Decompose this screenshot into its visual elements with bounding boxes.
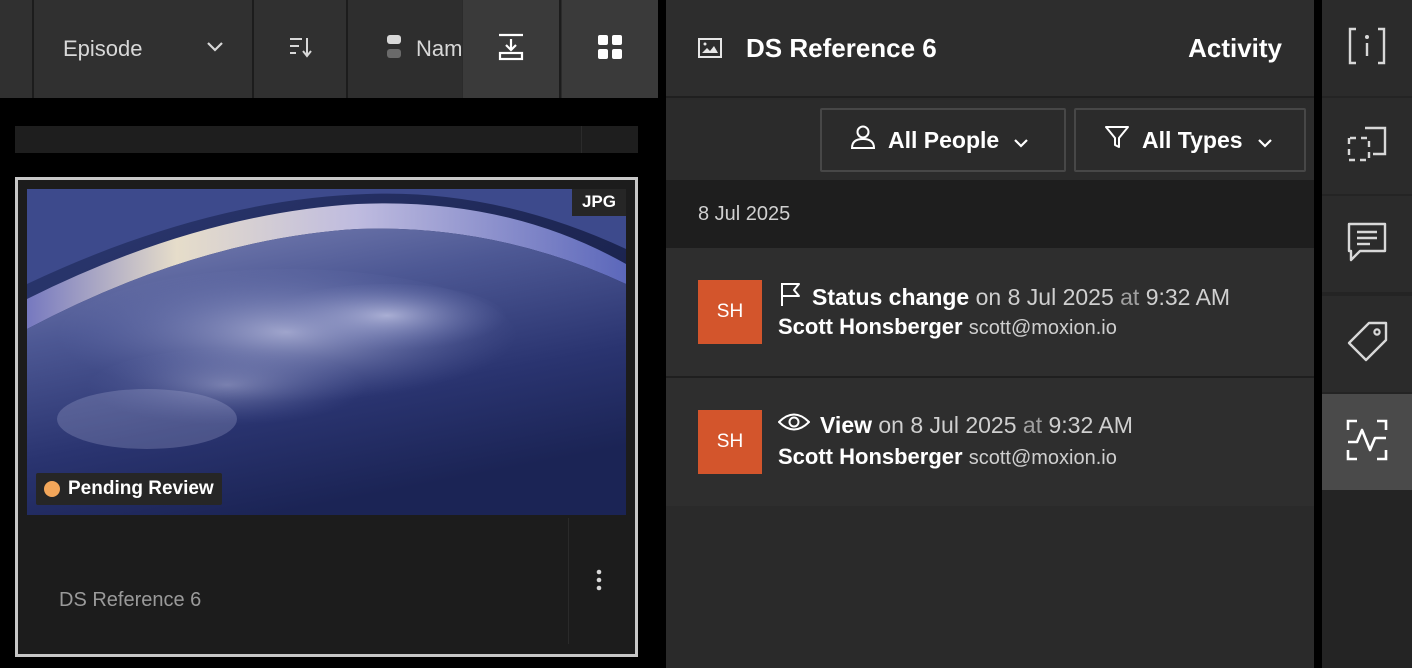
download-icon bbox=[497, 33, 525, 66]
sort-field-label: Name bbox=[416, 36, 462, 61]
chevron-down-icon bbox=[1257, 127, 1273, 154]
sort-order-button[interactable] bbox=[254, 0, 346, 98]
activity-button[interactable] bbox=[1322, 394, 1412, 490]
sort-field-icon bbox=[386, 34, 402, 65]
asset-title: DS Reference 6 bbox=[59, 589, 202, 611]
asset-thumbnail[interactable]: JPG Pending Review bbox=[27, 189, 626, 515]
activity-action: View bbox=[820, 411, 872, 438]
tags-button[interactable] bbox=[1322, 296, 1412, 392]
grid-view-button[interactable] bbox=[562, 0, 658, 98]
panel-asset-title: DS Reference 6 bbox=[746, 33, 937, 63]
user-email: scott@moxion.io bbox=[968, 447, 1117, 469]
compare-icon bbox=[1345, 124, 1389, 169]
date-group-label: 8 Jul 2025 bbox=[698, 203, 791, 225]
side-rail bbox=[1322, 0, 1412, 668]
panel-section-title: Activity bbox=[1188, 33, 1282, 63]
activity-at-word: at bbox=[1022, 411, 1043, 438]
activity-at-word: at bbox=[1120, 283, 1140, 310]
panel-header: DS Reference 6 Activity bbox=[666, 0, 1314, 98]
activity-user: Scott Honsberger scott@moxion.io bbox=[778, 444, 1117, 470]
status-badge[interactable]: Pending Review bbox=[36, 473, 222, 505]
info-icon bbox=[1347, 26, 1387, 71]
card-footer-divider bbox=[568, 518, 569, 644]
grid-toolbar: Episode Name bbox=[0, 0, 658, 98]
avatar: SH bbox=[698, 280, 762, 344]
people-filter-dropdown[interactable]: All People bbox=[820, 108, 1066, 172]
status-dot-icon bbox=[44, 481, 60, 497]
activity-on-word: on bbox=[975, 283, 1002, 310]
info-button[interactable] bbox=[1322, 0, 1412, 96]
activity-date: 8 Jul 2025 bbox=[910, 411, 1017, 438]
compare-button[interactable] bbox=[1322, 98, 1412, 194]
activity-summary: Status change on 8 Jul 2025 at 9:32 AM bbox=[778, 281, 1230, 313]
user-email: scott@moxion.io bbox=[968, 317, 1117, 339]
group-by-dropdown[interactable]: Episode bbox=[34, 0, 252, 98]
people-filter-label: All People bbox=[888, 126, 1000, 153]
user-name: Scott Honsberger bbox=[778, 314, 963, 339]
activity-date: 8 Jul 2025 bbox=[1007, 283, 1114, 310]
activity-panel: DS Reference 6 Activity All People All T… bbox=[666, 0, 1314, 668]
types-filter-dropdown[interactable]: All Types bbox=[1074, 108, 1306, 172]
activity-action: Status change bbox=[812, 283, 970, 310]
filter-funnel-icon bbox=[1104, 124, 1130, 156]
filter-bar-divider bbox=[581, 126, 582, 153]
download-button[interactable] bbox=[463, 0, 559, 98]
comment-icon bbox=[1346, 221, 1388, 268]
vertical-ellipsis-icon bbox=[596, 569, 602, 596]
chevron-down-icon bbox=[1013, 127, 1029, 154]
group-by-label: Episode bbox=[63, 36, 143, 61]
chevron-down-icon bbox=[206, 40, 224, 58]
activity-icon bbox=[1345, 418, 1389, 467]
user-name: Scott Honsberger bbox=[778, 444, 963, 469]
earth-horizon-image bbox=[27, 189, 626, 515]
sort-field-dropdown[interactable]: Name bbox=[348, 0, 462, 98]
grid-icon bbox=[597, 34, 623, 65]
sort-icon bbox=[286, 35, 314, 64]
person-icon bbox=[850, 124, 876, 156]
activity-time: 9:32 AM bbox=[1048, 411, 1133, 438]
activity-filters: All People All Types bbox=[666, 100, 1314, 180]
format-badge: JPG bbox=[571, 189, 626, 216]
tag-icon bbox=[1345, 320, 1389, 369]
asset-card[interactable]: JPG Pending Review DS Reference 6 bbox=[15, 177, 638, 657]
activity-user: Scott Honsberger scott@moxion.io bbox=[778, 314, 1117, 340]
image-icon bbox=[698, 38, 722, 63]
filter-bar bbox=[15, 126, 638, 153]
types-filter-label: All Types bbox=[1142, 126, 1243, 153]
activity-time: 9:32 AM bbox=[1145, 283, 1231, 310]
flag-icon bbox=[778, 281, 802, 313]
activity-summary: View on 8 Jul 2025 at 9:32 AM bbox=[777, 411, 1133, 439]
activity-item[interactable]: SH View on 8 Jul 2025 at 9:32 AM Scott H… bbox=[666, 378, 1314, 506]
toolbar-divider bbox=[559, 0, 561, 98]
avatar: SH bbox=[698, 410, 762, 474]
toolbar-left-stub bbox=[0, 0, 32, 98]
activity-item[interactable]: SH Status change on 8 Jul 2025 at 9:32 A… bbox=[666, 248, 1314, 376]
eye-icon bbox=[777, 411, 811, 439]
more-options-button[interactable] bbox=[585, 566, 613, 598]
date-group-header: 8 Jul 2025 bbox=[666, 180, 1314, 248]
status-label: Pending Review bbox=[68, 478, 214, 499]
comments-button[interactable] bbox=[1322, 196, 1412, 292]
activity-on-word: on bbox=[878, 411, 904, 438]
